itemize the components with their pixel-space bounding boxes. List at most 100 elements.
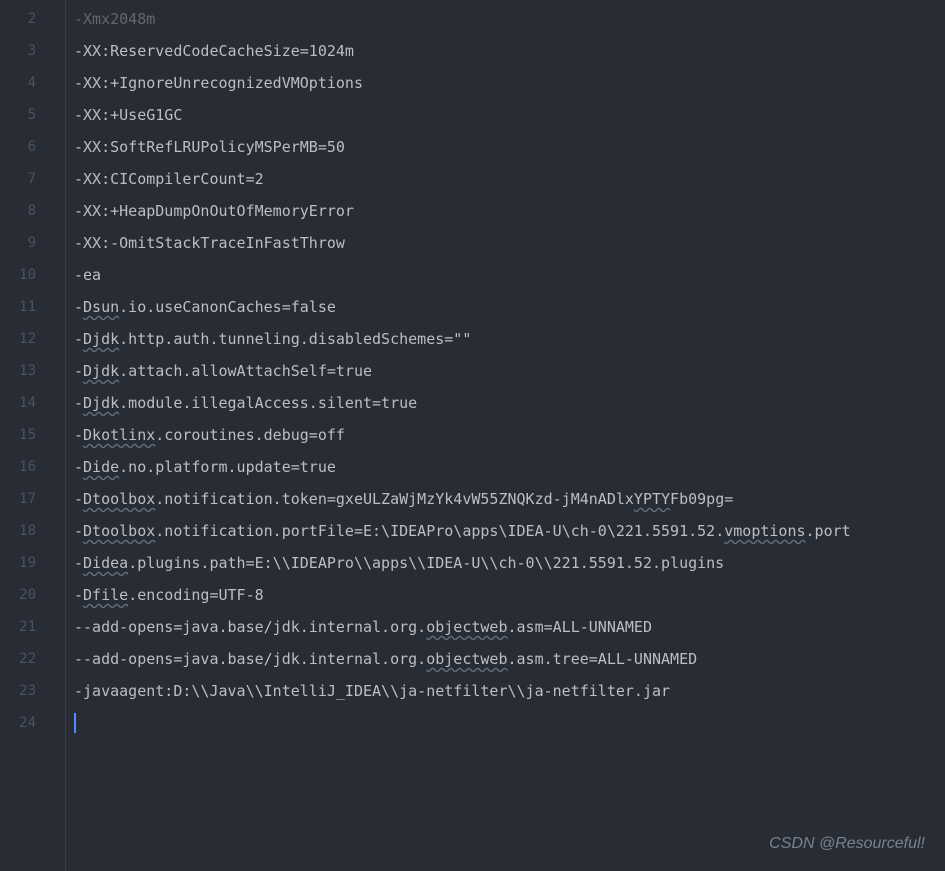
code-segment: Djdk	[83, 330, 119, 348]
code-line[interactable]: -Djdk.module.illegalAccess.silent=true	[74, 387, 945, 419]
code-segment: .notification.token=gxeULZaWjMzYk4vW55ZN…	[155, 490, 634, 508]
code-segment: Fb09pg=	[670, 490, 733, 508]
code-line[interactable]: -XX:+IgnoreUnrecognizedVMOptions	[74, 67, 945, 99]
code-line[interactable]: -XX:+UseG1GC	[74, 99, 945, 131]
line-number: 17	[0, 483, 36, 515]
code-segment: -XX:+UseG1GC	[74, 106, 182, 124]
code-segment: --add-opens=java.base/jdk.internal.org.	[74, 650, 426, 668]
line-number: 8	[0, 195, 36, 227]
line-number: 7	[0, 163, 36, 195]
code-segment: YPTY	[634, 490, 670, 508]
code-segment: Dtoolbox	[83, 522, 155, 540]
code-segment: -javaagent:D:\\Java\\IntelliJ_IDEA\\ja-n…	[74, 682, 670, 700]
code-segment: .encoding=UTF-8	[128, 586, 263, 604]
code-segment: Dsun	[83, 298, 119, 316]
line-number-gutter: 23456789101112131415161718192021222324	[0, 0, 56, 871]
code-segment: Didea	[83, 554, 128, 572]
code-segment: .module.illegalAccess.silent=true	[119, 394, 417, 412]
code-segment: -XX:-OmitStackTraceInFastThrow	[74, 234, 345, 252]
code-line[interactable]: -Dtoolbox.notification.portFile=E:\IDEAP…	[74, 515, 945, 547]
code-line[interactable]: -XX:CICompilerCount=2	[74, 163, 945, 195]
code-segment: -XX:SoftRefLRUPolicyMSPerMB=50	[74, 138, 345, 156]
code-line[interactable]: -XX:-OmitStackTraceInFastThrow	[74, 227, 945, 259]
line-number: 4	[0, 67, 36, 99]
code-line[interactable]: --add-opens=java.base/jdk.internal.org.o…	[74, 643, 945, 675]
code-line[interactable]: -XX:ReservedCodeCacheSize=1024m	[74, 35, 945, 67]
text-cursor	[74, 713, 76, 733]
code-line[interactable]: --add-opens=java.base/jdk.internal.org.o…	[74, 611, 945, 643]
code-segment: objectweb	[426, 650, 507, 668]
line-number: 14	[0, 387, 36, 419]
line-number: 22	[0, 643, 36, 675]
code-segment: -	[74, 458, 83, 476]
line-number: 23	[0, 675, 36, 707]
code-segment: Dkotlinx	[83, 426, 155, 444]
code-segment: Djdk	[83, 362, 119, 380]
line-number: 21	[0, 611, 36, 643]
watermark-text: CSDN @Resourceful!	[769, 835, 925, 853]
line-number: 13	[0, 355, 36, 387]
code-line[interactable]: -Didea.plugins.path=E:\\IDEAPro\\apps\\I…	[74, 547, 945, 579]
code-segment: -Xmx2048m	[74, 10, 155, 28]
code-segment: -	[74, 586, 83, 604]
code-line[interactable]: -javaagent:D:\\Java\\IntelliJ_IDEA\\ja-n…	[74, 675, 945, 707]
code-line[interactable]: -Djdk.http.auth.tunneling.disabledScheme…	[74, 323, 945, 355]
code-segment: .notification.portFile=E:\IDEAPro\apps\I…	[155, 522, 724, 540]
code-line[interactable]: -Dtoolbox.notification.token=gxeULZaWjMz…	[74, 483, 945, 515]
code-segment: -ea	[74, 266, 101, 284]
line-number: 5	[0, 99, 36, 131]
line-number: 24	[0, 707, 36, 739]
line-number: 10	[0, 259, 36, 291]
gutter-divider	[56, 0, 66, 871]
code-editor-area[interactable]: -Xmx2048m -XX:ReservedCodeCacheSize=1024m…	[66, 0, 945, 871]
code-segment: .http.auth.tunneling.disabledSchemes=""	[119, 330, 471, 348]
line-number: 16	[0, 451, 36, 483]
code-segment: Djdk	[83, 394, 119, 412]
code-line[interactable]: -Djdk.attach.allowAttachSelf=true	[74, 355, 945, 387]
code-segment: Dtoolbox	[83, 490, 155, 508]
code-segment: .asm.tree=ALL-UNNAMED	[507, 650, 697, 668]
code-line[interactable]: -Dfile.encoding=UTF-8	[74, 579, 945, 611]
code-line[interactable]: -Dide.no.platform.update=true	[74, 451, 945, 483]
code-line[interactable]: -Xmx2048m	[74, 3, 945, 35]
code-segment: -	[74, 522, 83, 540]
vertical-scrollbar[interactable]	[931, 0, 945, 871]
line-number: 19	[0, 547, 36, 579]
line-number: 18	[0, 515, 36, 547]
code-segment: -XX:ReservedCodeCacheSize=1024m	[74, 42, 354, 60]
code-line[interactable]	[74, 707, 945, 739]
code-segment: .no.platform.update=true	[119, 458, 336, 476]
code-segment: .plugins.path=E:\\IDEAPro\\apps\\IDEA-U\…	[128, 554, 724, 572]
code-segment: .io.useCanonCaches=false	[119, 298, 336, 316]
line-number: 15	[0, 419, 36, 451]
code-line[interactable]: -ea	[74, 259, 945, 291]
editor-container: 23456789101112131415161718192021222324 -…	[0, 0, 945, 871]
code-segment: -	[74, 362, 83, 380]
code-segment: Dide	[83, 458, 119, 476]
code-line[interactable]: -XX:+HeapDumpOnOutOfMemoryError	[74, 195, 945, 227]
code-segment: .coroutines.debug=off	[155, 426, 345, 444]
code-segment: Dfile	[83, 586, 128, 604]
code-segment: .attach.allowAttachSelf=true	[119, 362, 372, 380]
line-number: 20	[0, 579, 36, 611]
code-segment: -	[74, 330, 83, 348]
code-segment: objectweb	[426, 618, 507, 636]
line-number: 6	[0, 131, 36, 163]
code-segment: -	[74, 554, 83, 572]
code-segment: -XX:+HeapDumpOnOutOfMemoryError	[74, 202, 354, 220]
code-segment: .port	[806, 522, 851, 540]
line-number: 12	[0, 323, 36, 355]
code-segment: -XX:+IgnoreUnrecognizedVMOptions	[74, 74, 363, 92]
line-number: 3	[0, 35, 36, 67]
code-segment: --add-opens=java.base/jdk.internal.org.	[74, 618, 426, 636]
code-line[interactable]: -Dkotlinx.coroutines.debug=off	[74, 419, 945, 451]
code-segment: -	[74, 394, 83, 412]
line-number: 2	[0, 3, 36, 35]
code-line[interactable]: -XX:SoftRefLRUPolicyMSPerMB=50	[74, 131, 945, 163]
code-segment: -	[74, 298, 83, 316]
code-segment: vmoptions	[724, 522, 805, 540]
code-segment: -	[74, 490, 83, 508]
code-segment: .asm=ALL-UNNAMED	[507, 618, 652, 636]
code-line[interactable]: -Dsun.io.useCanonCaches=false	[74, 291, 945, 323]
code-segment: -	[74, 426, 83, 444]
